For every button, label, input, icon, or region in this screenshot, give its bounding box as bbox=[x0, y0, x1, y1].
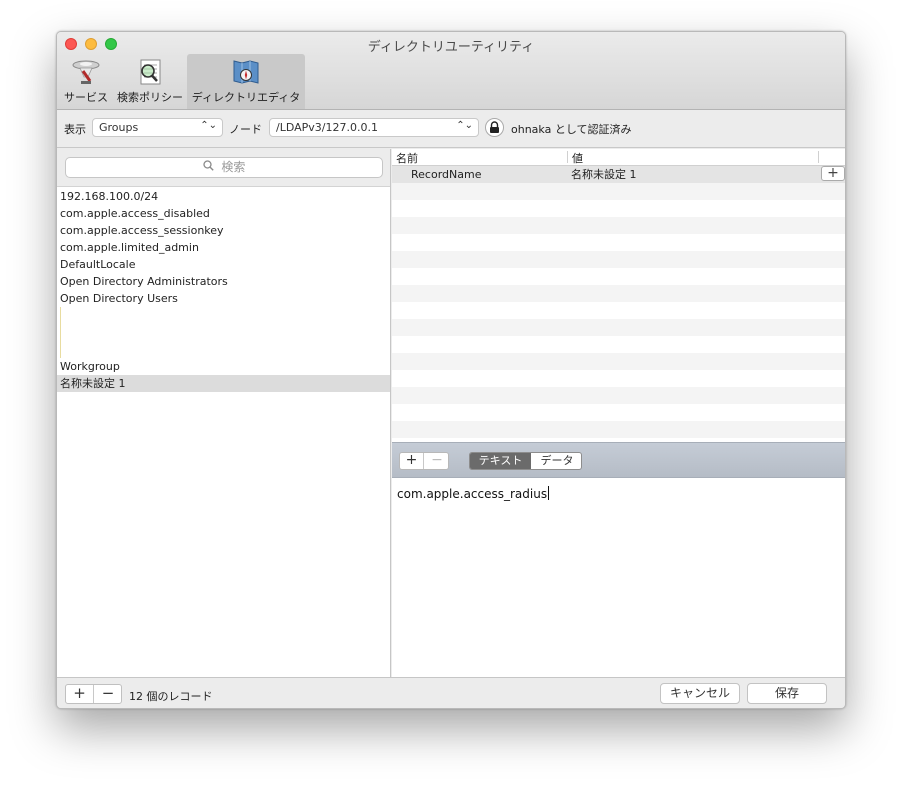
remove-value-minus-button[interactable]: − bbox=[425, 453, 449, 469]
attribute-panel: 名前 値 RecordName 名称未設定 1 + + − テキスト データ c… bbox=[392, 149, 845, 677]
search-policy-icon bbox=[140, 59, 161, 85]
text-caret bbox=[548, 486, 550, 500]
list-item[interactable]: Open Directory Administrators bbox=[57, 273, 390, 290]
value-editor-text-line: com.apple.access_radius bbox=[397, 486, 550, 501]
table-row-empty bbox=[392, 387, 845, 404]
attribute-value: 名称未設定 1 bbox=[571, 168, 637, 181]
directory-utility-window: ディレクトリユーティリティ サービス 検索ポリシー ディレクトリエディタ 表示 … bbox=[56, 31, 846, 709]
toolbar-search-policy[interactable]: 検索ポリシー bbox=[115, 54, 185, 109]
filter-bar: 表示 Groups ⌃⌄ ノード /LDAPv3/127.0.0.1 ⌃⌄ oh… bbox=[57, 110, 845, 148]
table-row-empty bbox=[392, 319, 845, 336]
popup-arrows-icon: ⌃⌄ bbox=[456, 120, 473, 131]
view-popup[interactable]: Groups ⌃⌄ bbox=[92, 118, 223, 137]
bottom-bar: + − 12 個のレコード キャンセル 保存 bbox=[57, 677, 845, 708]
search-placeholder: 検索 bbox=[221, 160, 246, 174]
column-separator bbox=[567, 151, 568, 163]
table-row[interactable]: RecordName 名称未設定 1 + bbox=[392, 166, 845, 183]
list-item[interactable]: Workgroup bbox=[57, 358, 390, 375]
view-label: 表示 bbox=[64, 123, 86, 136]
toolbar-services[interactable]: サービス bbox=[61, 54, 111, 109]
search-area: 検索 bbox=[57, 149, 390, 187]
table-row-empty bbox=[392, 336, 845, 353]
list-item[interactable]: com.apple.limited_admin bbox=[57, 239, 390, 256]
table-row-empty bbox=[392, 234, 845, 251]
node-popup-value: /LDAPv3/127.0.0.1 bbox=[276, 121, 378, 134]
list-item[interactable]: com.apple.access_sessionkey bbox=[57, 222, 390, 239]
node-label: ノード bbox=[229, 123, 262, 136]
add-value-button[interactable]: + bbox=[821, 166, 845, 181]
popup-arrows-icon: ⌃⌄ bbox=[200, 120, 217, 131]
table-row-empty bbox=[392, 251, 845, 268]
column-header-name[interactable]: 名前 bbox=[396, 150, 418, 166]
table-row-empty bbox=[392, 183, 845, 200]
attribute-rows: RecordName 名称未設定 1 + bbox=[392, 166, 845, 438]
record-add-remove-control: + − bbox=[65, 684, 122, 704]
table-row-empty bbox=[392, 268, 845, 285]
node-popup[interactable]: /LDAPv3/127.0.0.1 ⌃⌄ bbox=[269, 118, 479, 137]
table-row-empty bbox=[392, 370, 845, 387]
table-row-empty bbox=[392, 404, 845, 421]
titlebar: ディレクトリユーティリティ サービス 検索ポリシー ディレクトリエディタ bbox=[57, 32, 845, 110]
table-row-empty bbox=[392, 302, 845, 319]
value-editor-toolbar: + − テキスト データ bbox=[392, 442, 845, 478]
attribute-table-header: 名前 値 bbox=[392, 149, 845, 166]
record-count: 12 個のレコード bbox=[129, 690, 213, 703]
list-item-empty[interactable] bbox=[60, 341, 390, 358]
list-item-selected[interactable]: 名称未設定 1 bbox=[57, 375, 390, 392]
save-button[interactable]: 保存 bbox=[747, 683, 827, 704]
list-item[interactable]: Open Directory Users bbox=[57, 290, 390, 307]
list-item-empty[interactable] bbox=[60, 324, 390, 341]
add-record-button[interactable]: + bbox=[66, 685, 94, 703]
value-add-remove-control: + − bbox=[399, 452, 449, 470]
attribute-name: RecordName bbox=[411, 168, 482, 181]
view-popup-value: Groups bbox=[99, 121, 139, 134]
search-icon bbox=[202, 160, 214, 171]
toolbar-directory-editor-label: ディレクトリエディタ bbox=[191, 91, 301, 104]
list-item[interactable]: com.apple.access_disabled bbox=[57, 205, 390, 222]
list-item[interactable]: 192.168.100.0/24 bbox=[57, 188, 390, 205]
record-list-panel: 検索 192.168.100.0/24 com.apple.access_dis… bbox=[57, 149, 391, 677]
table-row-empty bbox=[392, 353, 845, 370]
value-editor[interactable]: com.apple.access_radius bbox=[392, 479, 845, 677]
add-value-plus-button[interactable]: + bbox=[400, 453, 424, 469]
table-row-empty bbox=[392, 217, 845, 234]
table-row-empty bbox=[392, 200, 845, 217]
cancel-button[interactable]: キャンセル bbox=[660, 683, 740, 704]
format-segmented-control: テキスト データ bbox=[469, 452, 582, 470]
value-editor-text: com.apple.access_radius bbox=[397, 487, 548, 501]
remove-record-button[interactable]: − bbox=[94, 685, 122, 703]
toolbar-search-policy-label: 検索ポリシー bbox=[117, 91, 183, 104]
column-separator bbox=[818, 151, 819, 163]
table-row-empty bbox=[392, 285, 845, 302]
list-item-empty[interactable] bbox=[60, 307, 390, 324]
toolbar-services-label: サービス bbox=[64, 91, 108, 104]
lock-icon bbox=[490, 121, 499, 133]
tab-text[interactable]: テキスト bbox=[470, 453, 531, 469]
directory-editor-icon bbox=[233, 60, 259, 84]
auth-status: ohnaka として認証済み bbox=[511, 123, 632, 136]
window-title: ディレクトリユーティリティ bbox=[367, 40, 535, 55]
search-input[interactable]: 検索 bbox=[65, 157, 383, 178]
services-icon bbox=[72, 60, 100, 84]
tab-data[interactable]: データ bbox=[532, 453, 581, 469]
toolbar-directory-editor[interactable]: ディレクトリエディタ bbox=[187, 54, 305, 109]
column-header-value[interactable]: 値 bbox=[572, 150, 583, 166]
table-row-empty bbox=[392, 421, 845, 438]
record-list: 192.168.100.0/24 com.apple.access_disabl… bbox=[57, 188, 390, 392]
lock-button[interactable] bbox=[485, 118, 504, 137]
list-item[interactable]: DefaultLocale bbox=[57, 256, 390, 273]
